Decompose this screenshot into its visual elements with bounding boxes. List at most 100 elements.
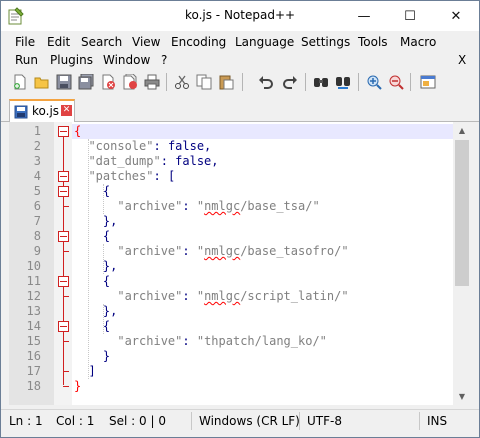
fold-toggle-icon[interactable] xyxy=(58,321,69,332)
indent-guide xyxy=(102,244,104,274)
status-column: Col : 1 xyxy=(56,414,95,428)
notepadpp-window: ko.js - Notepad++ — ☐ ✕ File Edit Search… xyxy=(0,0,480,438)
cut-icon[interactable] xyxy=(173,73,191,91)
vertical-scrollbar[interactable]: ▲ ▼ xyxy=(453,122,471,405)
line-number: 12 xyxy=(26,289,41,303)
print-icon[interactable] xyxy=(143,73,161,91)
editor[interactable]: 1 2 3 4 5 6 7 8 9 10 11 12 13 14 15 16 17 18 { "console":… xyxy=(9,122,471,405)
line-number: 18 xyxy=(26,379,41,393)
close-document-button[interactable]: X xyxy=(458,53,466,67)
code-line[interactable]: "archive": "nmlgc/script_latin/" xyxy=(74,289,348,304)
menu-search[interactable]: Search xyxy=(81,33,122,51)
code-line[interactable]: }, xyxy=(74,259,117,274)
document-tab-bar: ko.js ✕ xyxy=(1,97,479,122)
sync-scroll-icon[interactable] xyxy=(419,73,437,91)
code-line[interactable]: }, xyxy=(74,214,117,229)
fold-margin[interactable] xyxy=(54,122,72,405)
line-number: 10 xyxy=(26,259,41,273)
menu-view[interactable]: View xyxy=(132,33,160,51)
fold-toggle-icon[interactable] xyxy=(58,186,69,197)
line-number: 3 xyxy=(33,154,41,168)
status-separator xyxy=(299,412,300,430)
line-number: 1 xyxy=(33,124,41,138)
file-saved-icon xyxy=(14,105,28,119)
status-encoding[interactable]: UTF-8 xyxy=(307,414,342,428)
indent-guide xyxy=(102,304,104,334)
tab-ko-js[interactable]: ko.js ✕ xyxy=(9,99,75,122)
toolbar-separator xyxy=(242,73,243,91)
maximize-button[interactable]: ☐ xyxy=(387,1,433,31)
toolbar-separator xyxy=(410,73,411,91)
current-line-highlight xyxy=(72,124,453,139)
line-number: 16 xyxy=(26,349,41,363)
status-selection: Sel : 0 | 0 xyxy=(109,414,166,428)
zoom-out-icon[interactable] xyxy=(387,73,405,91)
new-file-icon[interactable] xyxy=(11,73,29,91)
close-icon[interactable] xyxy=(99,73,117,91)
fold-end-marker xyxy=(63,206,69,207)
scroll-down-arrow-icon[interactable]: ▼ xyxy=(453,388,471,405)
status-separator xyxy=(191,412,192,430)
fold-toggle-icon[interactable] xyxy=(58,171,69,182)
code-line[interactable]: "archive": "nmlgc/base_tasofro/" xyxy=(74,244,348,259)
tab-label: ko.js xyxy=(32,104,60,118)
code-line[interactable]: { xyxy=(74,184,110,199)
code-line[interactable]: }, xyxy=(74,304,117,319)
menu-tools[interactable]: Tools xyxy=(358,33,388,51)
menu-file[interactable]: File xyxy=(15,33,35,51)
line-number: 7 xyxy=(33,214,41,228)
code-line[interactable]: { xyxy=(74,319,110,334)
line-number: 11 xyxy=(26,274,41,288)
menu-run[interactable]: Run xyxy=(15,51,38,69)
code-line[interactable]: "archive": "thpatch/lang_ko/" xyxy=(74,334,327,349)
menu-edit[interactable]: Edit xyxy=(47,33,70,51)
close-window-button[interactable]: ✕ xyxy=(433,1,479,31)
code-line[interactable]: } xyxy=(74,379,81,394)
paste-icon[interactable] xyxy=(217,73,235,91)
code-line[interactable]: "archive": "nmlgc/base_tsa/" xyxy=(74,199,319,214)
toolbar-separator xyxy=(305,73,306,91)
scrollbar-thumb[interactable] xyxy=(455,140,469,286)
code-line[interactable]: { xyxy=(74,229,110,244)
redo-icon[interactable] xyxy=(281,73,299,91)
fold-toggle-icon[interactable] xyxy=(58,231,69,242)
close-all-icon[interactable] xyxy=(121,73,139,91)
code-line[interactable]: { xyxy=(74,124,81,139)
save-icon[interactable] xyxy=(55,73,73,91)
menu-plugins[interactable]: Plugins xyxy=(50,51,93,69)
zoom-in-icon[interactable] xyxy=(365,73,383,91)
minimize-button[interactable]: — xyxy=(341,1,387,31)
code-line[interactable]: { xyxy=(74,274,110,289)
menu-encoding[interactable]: Encoding xyxy=(171,33,226,51)
title-bar[interactable]: ko.js - Notepad++ — ☐ ✕ xyxy=(1,1,479,31)
replace-icon[interactable] xyxy=(334,73,352,91)
fold-end-marker xyxy=(63,251,69,252)
menu-settings[interactable]: Settings xyxy=(301,33,350,51)
toolbar-separator xyxy=(358,73,359,91)
menu-window[interactable]: Window xyxy=(103,51,150,69)
copy-icon[interactable] xyxy=(195,73,213,91)
line-number: 13 xyxy=(26,304,41,318)
menu-help[interactable]: ? xyxy=(161,51,167,69)
code-line[interactable]: "console": false, xyxy=(74,139,211,154)
fold-toggle-icon[interactable] xyxy=(58,126,69,137)
tab-close-icon[interactable]: ✕ xyxy=(61,105,72,116)
line-number: 6 xyxy=(33,199,41,213)
fold-toggle-icon[interactable] xyxy=(58,276,69,287)
code-line[interactable]: } xyxy=(74,349,110,364)
undo-icon[interactable] xyxy=(257,73,275,91)
menu-language[interactable]: Language xyxy=(235,33,294,51)
save-all-icon[interactable] xyxy=(77,73,95,91)
code-line[interactable]: "dat_dump": false, xyxy=(74,154,218,169)
status-bar: Ln : 1 Col : 1 Sel : 0 | 0 Windows (CR L… xyxy=(1,409,479,432)
line-number: 14 xyxy=(26,319,41,333)
open-file-icon[interactable] xyxy=(33,73,51,91)
menu-macro[interactable]: Macro xyxy=(400,33,436,51)
status-insert-mode: INS xyxy=(427,414,448,428)
line-number: 15 xyxy=(26,334,41,348)
status-eol[interactable]: Windows (CR LF) xyxy=(199,414,300,428)
code-area[interactable]: { "console": false, "dat_dump": false, "… xyxy=(72,122,453,405)
scroll-up-arrow-icon[interactable]: ▲ xyxy=(453,122,471,139)
code-line[interactable]: ] xyxy=(74,364,95,379)
find-icon[interactable] xyxy=(312,73,330,91)
